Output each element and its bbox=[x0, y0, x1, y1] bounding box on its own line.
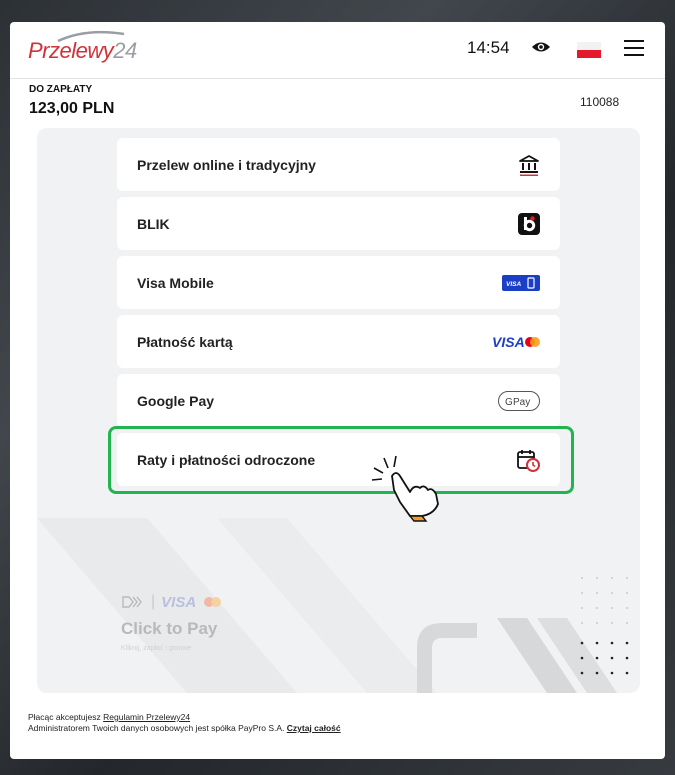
method-label: BLIK bbox=[137, 215, 170, 232]
svg-text:G: G bbox=[505, 397, 513, 408]
przelewy24-logo[interactable]: Przelewy24 bbox=[28, 38, 137, 64]
click-to-pay-promo: | VISA Click to Pay Kliknij, zapłać i go… bbox=[121, 593, 224, 652]
logo-number: 24 bbox=[113, 38, 137, 63]
blik-icon bbox=[518, 212, 540, 235]
header-divider bbox=[10, 78, 665, 79]
visa-mobile-icon: VISA bbox=[502, 274, 540, 291]
method-label: Płatność kartą bbox=[137, 333, 233, 350]
bank-icon bbox=[518, 154, 540, 176]
ctp-visa: VISA bbox=[161, 593, 197, 611]
footer: Płacąc akceptujesz Regulamin Przelewy24 … bbox=[28, 712, 341, 734]
method-label: Przelew online i tradycyjny bbox=[137, 156, 316, 173]
methods-panel: Przelew online i tradycyjny BLIK Visa Mo… bbox=[37, 128, 640, 693]
logo-text: Przelewy bbox=[28, 38, 114, 63]
ctp-separator: | bbox=[151, 593, 156, 610]
eye-icon[interactable] bbox=[531, 40, 551, 54]
due-amount: 123,00 PLN bbox=[29, 100, 115, 117]
footer-line2-text: Administratorem Twoich danych osobowych … bbox=[28, 723, 287, 733]
calendar-clock-icon bbox=[516, 448, 540, 472]
method-label: Visa Mobile bbox=[137, 274, 214, 291]
method-google-pay[interactable]: Google Pay G Pay bbox=[117, 374, 560, 427]
method-label: Raty i płatności odroczone bbox=[137, 451, 316, 468]
svg-text:VISA: VISA bbox=[492, 334, 525, 350]
method-blik[interactable]: BLIK bbox=[117, 197, 560, 250]
visa-mastercard-icon: VISA bbox=[492, 334, 540, 350]
flag-pl-icon[interactable] bbox=[577, 42, 601, 58]
terms-link[interactable]: Regulamin Przelewy24 bbox=[103, 712, 190, 722]
order-id: 110088 bbox=[580, 95, 620, 109]
payment-methods-list: Przelew online i tradycyjny BLIK Visa Mo… bbox=[117, 138, 560, 492]
click-to-pay-icon bbox=[122, 596, 142, 608]
method-bank-transfer[interactable]: Przelew online i tradycyjny bbox=[117, 138, 560, 191]
google-pay-icon: G Pay bbox=[498, 390, 540, 411]
read-more-link[interactable]: Czytaj całość bbox=[287, 723, 341, 733]
hamburger-menu-icon[interactable] bbox=[624, 40, 644, 61]
payment-card: Przelewy24 14:54 DO ZAPŁATY 123,00 PLN 1… bbox=[10, 22, 665, 759]
pointer-hand-icon bbox=[371, 455, 439, 522]
svg-text:Pay: Pay bbox=[513, 397, 530, 408]
svg-text:VISA: VISA bbox=[506, 281, 521, 288]
header: Przelewy24 14:54 bbox=[10, 22, 665, 78]
clock: 14:54 bbox=[467, 38, 510, 57]
method-installments[interactable]: Raty i płatności odroczone bbox=[117, 433, 560, 486]
due-label: DO ZAPŁATY bbox=[29, 84, 93, 95]
footer-line1-text: Płacąc akceptujesz bbox=[28, 712, 104, 722]
method-card[interactable]: Płatność kartą VISA bbox=[117, 315, 560, 368]
method-label: Google Pay bbox=[137, 392, 215, 409]
mastercard-icon bbox=[204, 597, 222, 607]
method-visa-mobile[interactable]: Visa Mobile VISA bbox=[117, 256, 560, 309]
ctp-subtitle: Kliknij, zapłać i gotowe bbox=[121, 645, 192, 652]
ctp-title: Click to Pay bbox=[121, 619, 218, 638]
